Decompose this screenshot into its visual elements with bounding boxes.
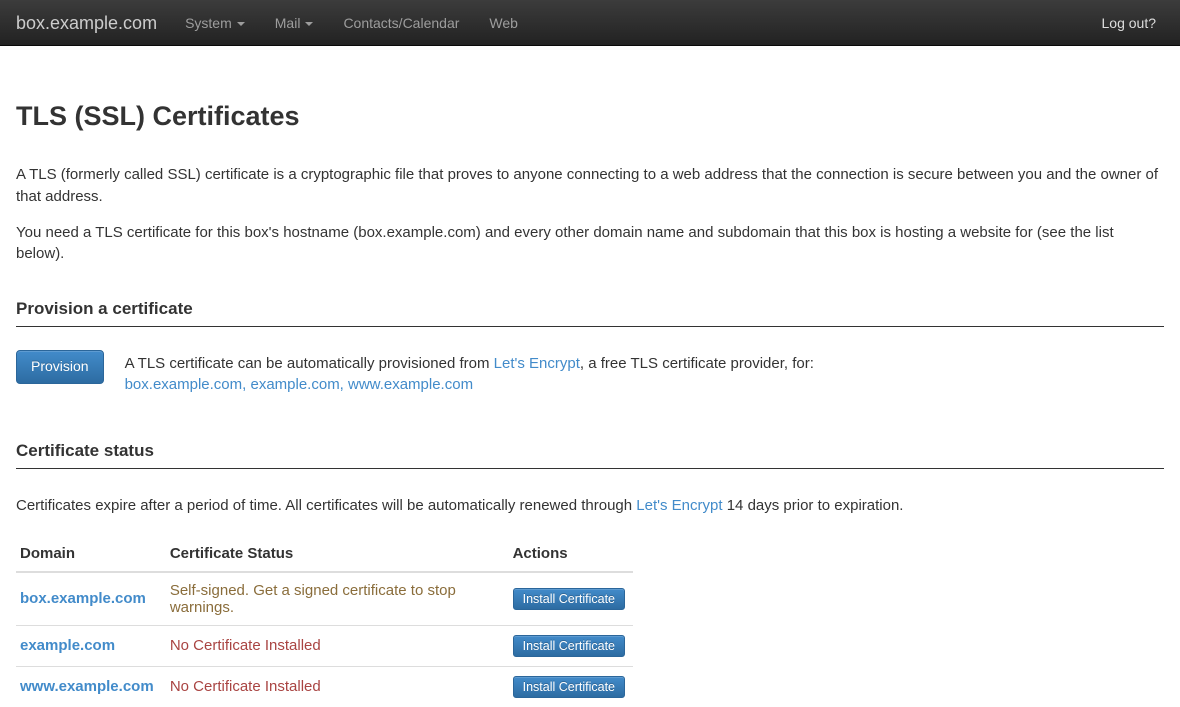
column-header-actions: Actions	[509, 537, 633, 572]
install-certificate-button[interactable]: Install Certificate	[513, 676, 625, 698]
nav-item-contacts-calendar[interactable]: Contacts/Calendar	[328, 0, 474, 46]
intro-paragraph-1: A TLS (formerly called SSL) certificate …	[16, 164, 1164, 208]
table-row: example.com No Certificate Installed Ins…	[16, 625, 633, 666]
column-header-domain: Domain	[16, 537, 166, 572]
lets-encrypt-link[interactable]: Let's Encrypt	[494, 355, 580, 372]
chevron-down-icon	[305, 22, 313, 26]
certificate-status-text: No Certificate Installed	[170, 637, 321, 654]
nav-item-mail[interactable]: Mail	[260, 0, 329, 46]
certificate-table: Domain Certificate Status Actions box.ex…	[16, 537, 633, 707]
navbar-menu: System Mail Contacts/Calendar Web	[170, 0, 533, 46]
main-content: TLS (SSL) Certificates A TLS (formerly c…	[0, 101, 1180, 707]
domain-link[interactable]: box.example.com	[20, 590, 146, 607]
column-header-status: Certificate Status	[166, 537, 509, 572]
intro-text: A TLS (formerly called SSL) certificate …	[16, 164, 1164, 265]
table-header-row: Domain Certificate Status Actions	[16, 537, 633, 572]
page-title: TLS (SSL) Certificates	[16, 101, 1164, 132]
provision-button[interactable]: Provision	[16, 350, 104, 384]
certificate-status-text: No Certificate Installed	[170, 678, 321, 695]
install-certificate-button[interactable]: Install Certificate	[513, 588, 625, 610]
intro-paragraph-2: You need a TLS certificate for this box'…	[16, 222, 1164, 266]
domain-link[interactable]: www.example.com	[20, 678, 154, 695]
logout-link[interactable]: Log out?	[1094, 0, 1165, 46]
provision-domain-list: box.example.com, example.com, www.exampl…	[125, 376, 473, 393]
nav-item-web[interactable]: Web	[474, 0, 533, 46]
provision-row: Provision A TLS certificate can be autom…	[16, 350, 1164, 395]
certificate-status-text: Self-signed. Get a signed certificate to…	[170, 582, 456, 616]
provision-description: A TLS certificate can be automatically p…	[125, 350, 814, 395]
lets-encrypt-link[interactable]: Let's Encrypt	[636, 497, 722, 514]
navbar-brand[interactable]: box.example.com	[16, 0, 157, 46]
install-certificate-button[interactable]: Install Certificate	[513, 635, 625, 657]
table-row: www.example.com No Certificate Installed…	[16, 666, 633, 707]
nav-item-system[interactable]: System	[170, 0, 260, 46]
certificate-status-heading: Certificate status	[16, 441, 1164, 469]
chevron-down-icon	[237, 22, 245, 26]
expiry-note: Certificates expire after a period of ti…	[16, 495, 1164, 517]
top-navbar: box.example.com System Mail Contacts/Cal…	[0, 0, 1180, 46]
domain-link[interactable]: example.com	[20, 637, 115, 654]
provision-section-heading: Provision a certificate	[16, 299, 1164, 327]
table-row: box.example.com Self-signed. Get a signe…	[16, 572, 633, 626]
